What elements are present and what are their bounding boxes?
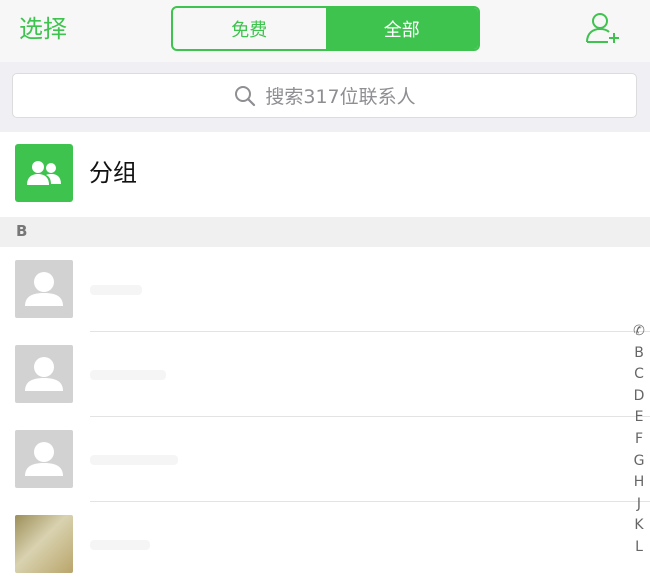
index-letter-e[interactable]: E <box>635 407 644 429</box>
search-icon <box>235 85 256 106</box>
index-phone-icon[interactable]: ✆ <box>633 321 645 343</box>
search-area: 搜索317位联系人 <box>0 62 650 132</box>
index-letter-l[interactable]: L <box>635 537 643 559</box>
section-letter: B <box>16 222 28 240</box>
default-avatar-icon <box>15 430 73 488</box>
search-placeholder: 搜索317位联系人 <box>265 86 416 108</box>
search-input[interactable]: 搜索317位联系人 <box>12 73 637 118</box>
contact-name-redacted <box>90 540 150 550</box>
add-contact-icon[interactable] <box>584 9 622 47</box>
contact-name-redacted <box>90 455 178 465</box>
index-letter-h[interactable]: H <box>634 472 645 494</box>
contact-row[interactable] <box>0 247 650 332</box>
index-letter-f[interactable]: F <box>635 429 643 451</box>
index-letter-b[interactable]: B <box>634 343 644 365</box>
segment-free[interactable]: 免费 <box>173 8 326 49</box>
contact-name-redacted <box>90 285 142 295</box>
index-letter-g[interactable]: G <box>634 451 645 473</box>
photo-avatar-icon <box>15 515 73 573</box>
contact-row[interactable] <box>0 417 650 502</box>
group-label: 分组 <box>89 159 137 187</box>
index-letter-c[interactable]: C <box>634 364 644 386</box>
select-button[interactable]: 选择 <box>19 12 67 46</box>
segmented-control: 免费 全部 <box>171 6 480 51</box>
default-avatar-icon <box>15 345 73 403</box>
contact-name-redacted <box>90 370 166 380</box>
index-letter-k[interactable]: K <box>634 515 643 537</box>
group-entry[interactable]: 分组 <box>0 132 650 217</box>
alphabet-index-bar[interactable]: ✆ B C D E F G H J K L <box>628 321 650 559</box>
navigation-bar: 选择 免费 全部 <box>0 0 650 62</box>
index-letter-j[interactable]: J <box>637 494 641 516</box>
contact-row[interactable] <box>0 502 650 587</box>
default-avatar-icon <box>15 260 73 318</box>
group-people-icon <box>15 144 73 202</box>
index-letter-d[interactable]: D <box>634 386 645 408</box>
segment-all[interactable]: 全部 <box>325 8 478 49</box>
contact-row[interactable] <box>0 332 650 417</box>
section-header: B <box>0 217 650 247</box>
